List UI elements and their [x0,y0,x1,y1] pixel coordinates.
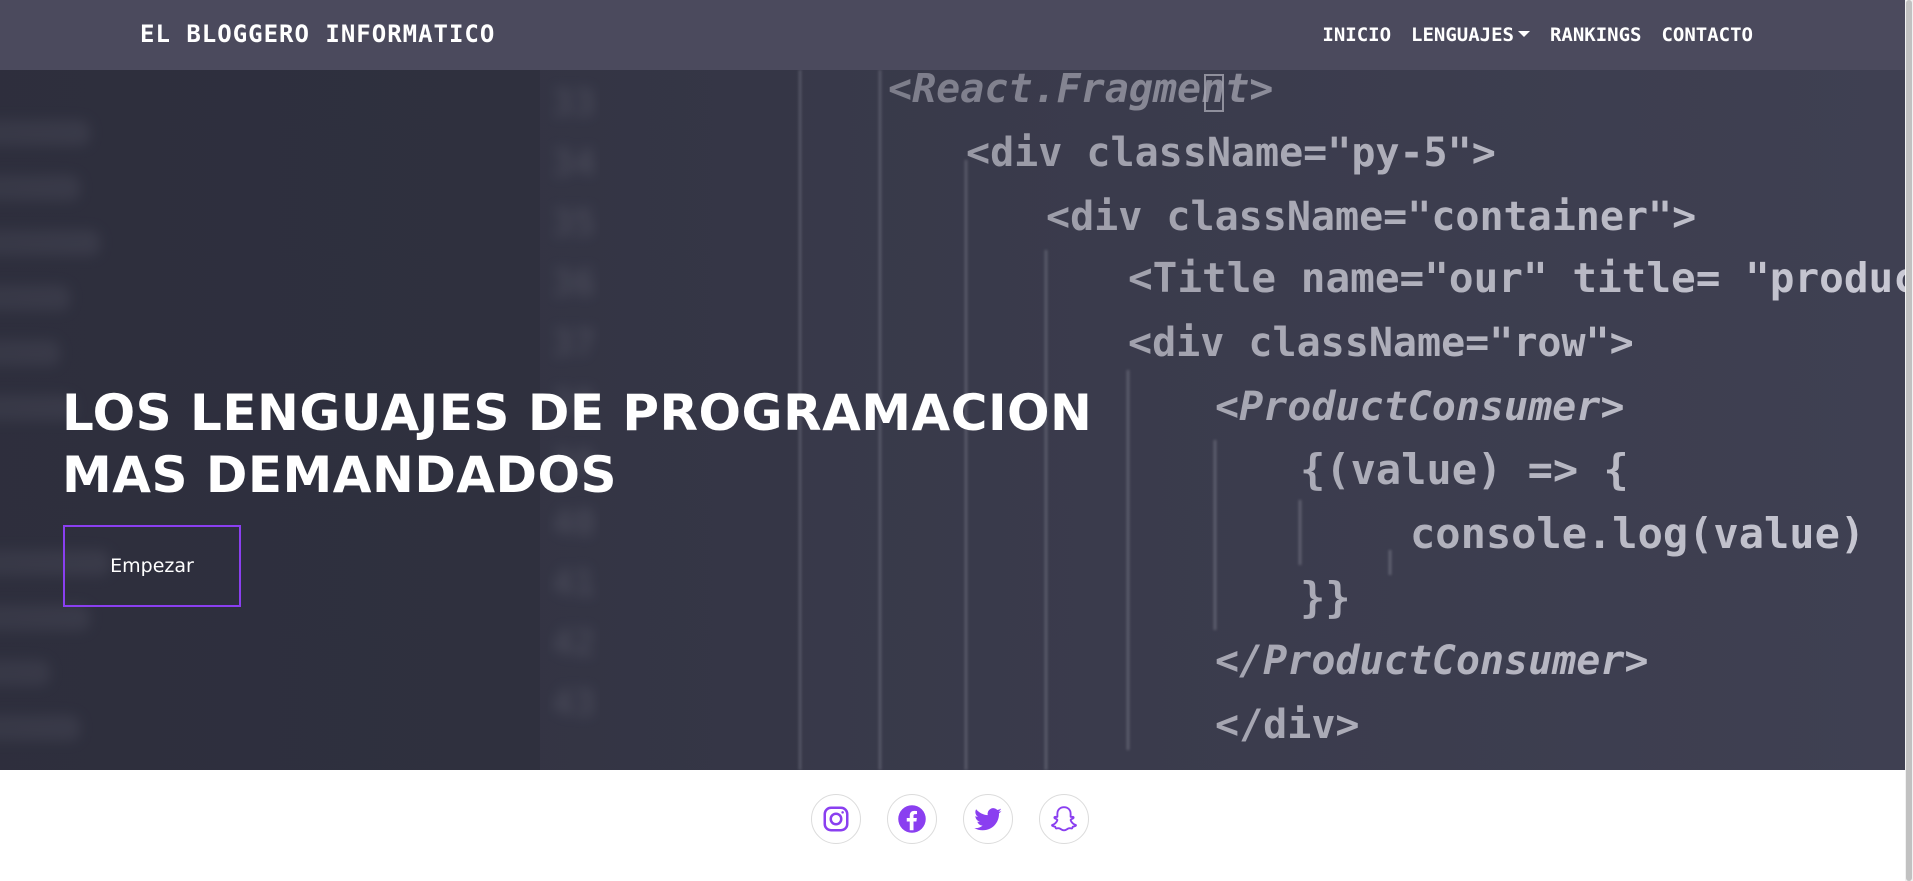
nav-item-inicio[interactable]: INICIO [1322,24,1391,46]
hero-title-line-1: LOS LENGUAJES DE PROGRAMACION [62,384,1093,442]
instagram-link[interactable] [811,794,861,844]
facebook-icon [898,805,926,833]
scrollbar[interactable] [1905,0,1913,881]
scrollbar-thumb[interactable] [1906,0,1912,881]
caret-down-icon [1517,31,1530,37]
twitter-icon [974,808,1002,831]
social-links [811,794,1089,844]
empezar-button[interactable]: Empezar [63,525,241,607]
brand-logo[interactable]: EL BLOGGERO INFORMATICO [140,20,495,48]
nav-item-contacto[interactable]: CONTACTO [1661,24,1753,46]
hero-title-line-2: MAS DEMANDADOS [62,446,618,504]
nav-item-lenguajes[interactable]: LENGUAJES [1411,24,1530,46]
snapchat-icon [1051,806,1077,832]
nav-item-rankings[interactable]: RANKINGS [1550,24,1642,46]
snapchat-link[interactable] [1039,794,1089,844]
hero-section: 333435 363738 394041 4243 <React.Fragmen… [0,70,1905,770]
nav-item-lenguajes-label: LENGUAJES [1411,24,1514,46]
facebook-link[interactable] [887,794,937,844]
nav-menu: INICIO LENGUAJES RANKINGS CONTACTO [1322,24,1753,46]
instagram-icon [823,806,849,832]
hero-title: LOS LENGUAJES DE PROGRAMACION MAS DEMAND… [62,382,1092,506]
footer [0,770,1905,881]
twitter-link[interactable] [963,794,1013,844]
navbar: EL BLOGGERO INFORMATICO INICIO LENGUAJES… [0,0,1905,70]
